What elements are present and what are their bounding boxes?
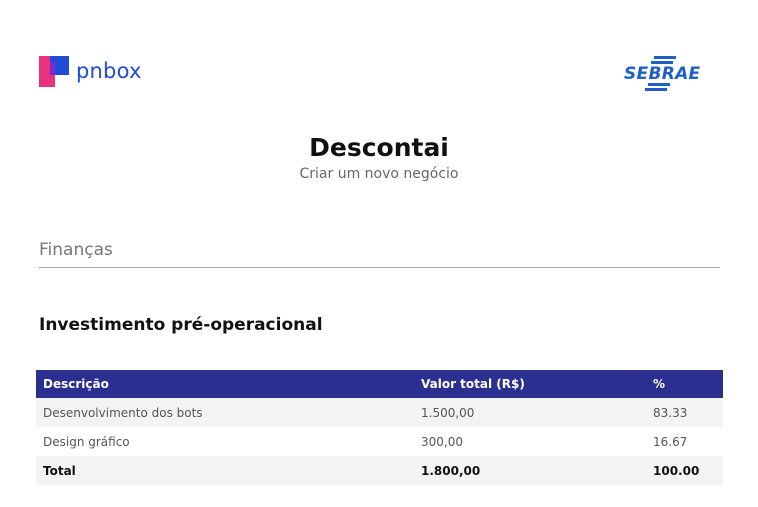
section-label: Finanças [39,240,113,260]
sebrae-wordmark: SEBRAE [623,64,702,84]
cell-description: Desenvolvimento dos bots [36,398,414,427]
page-subtitle: Criar um novo negócio [299,166,459,182]
table-row: Desenvolvimento dos bots 1.500,00 83.33 [36,398,723,427]
cell-description: Design gráfico [36,427,414,456]
page: pnbox SEBRAE Descontai Criar um novo neg… [0,0,758,507]
total-percent: 100.00 [646,456,723,485]
table-heading: Investimento pré-operacional [39,315,323,335]
investment-table: Descrição Valor total (R$) % Desenvolvim… [36,370,723,485]
cell-value: 1.500,00 [414,398,646,427]
table-row: Design gráfico 300,00 16.67 [36,427,723,456]
sebrae-logo: SEBRAE [623,56,702,94]
table-header-row: Descrição Valor total (R$) % [36,370,723,398]
total-value: 1.800,00 [414,456,646,485]
page-title: Descontai [309,133,449,162]
total-label: Total [36,456,414,485]
table-total-row: Total 1.800,00 100.00 [36,456,723,485]
cell-value: 300,00 [414,427,646,456]
pnbox-wordmark: pnbox [76,59,142,83]
pnbox-logo-icon [39,56,69,87]
column-header-description: Descrição [36,370,414,398]
pnbox-logo: pnbox [39,56,142,87]
cell-percent: 16.67 [646,427,723,456]
column-header-percent: % [646,370,723,398]
column-header-value: Valor total (R$) [414,370,646,398]
cell-percent: 83.33 [646,398,723,427]
section-divider [39,267,720,268]
